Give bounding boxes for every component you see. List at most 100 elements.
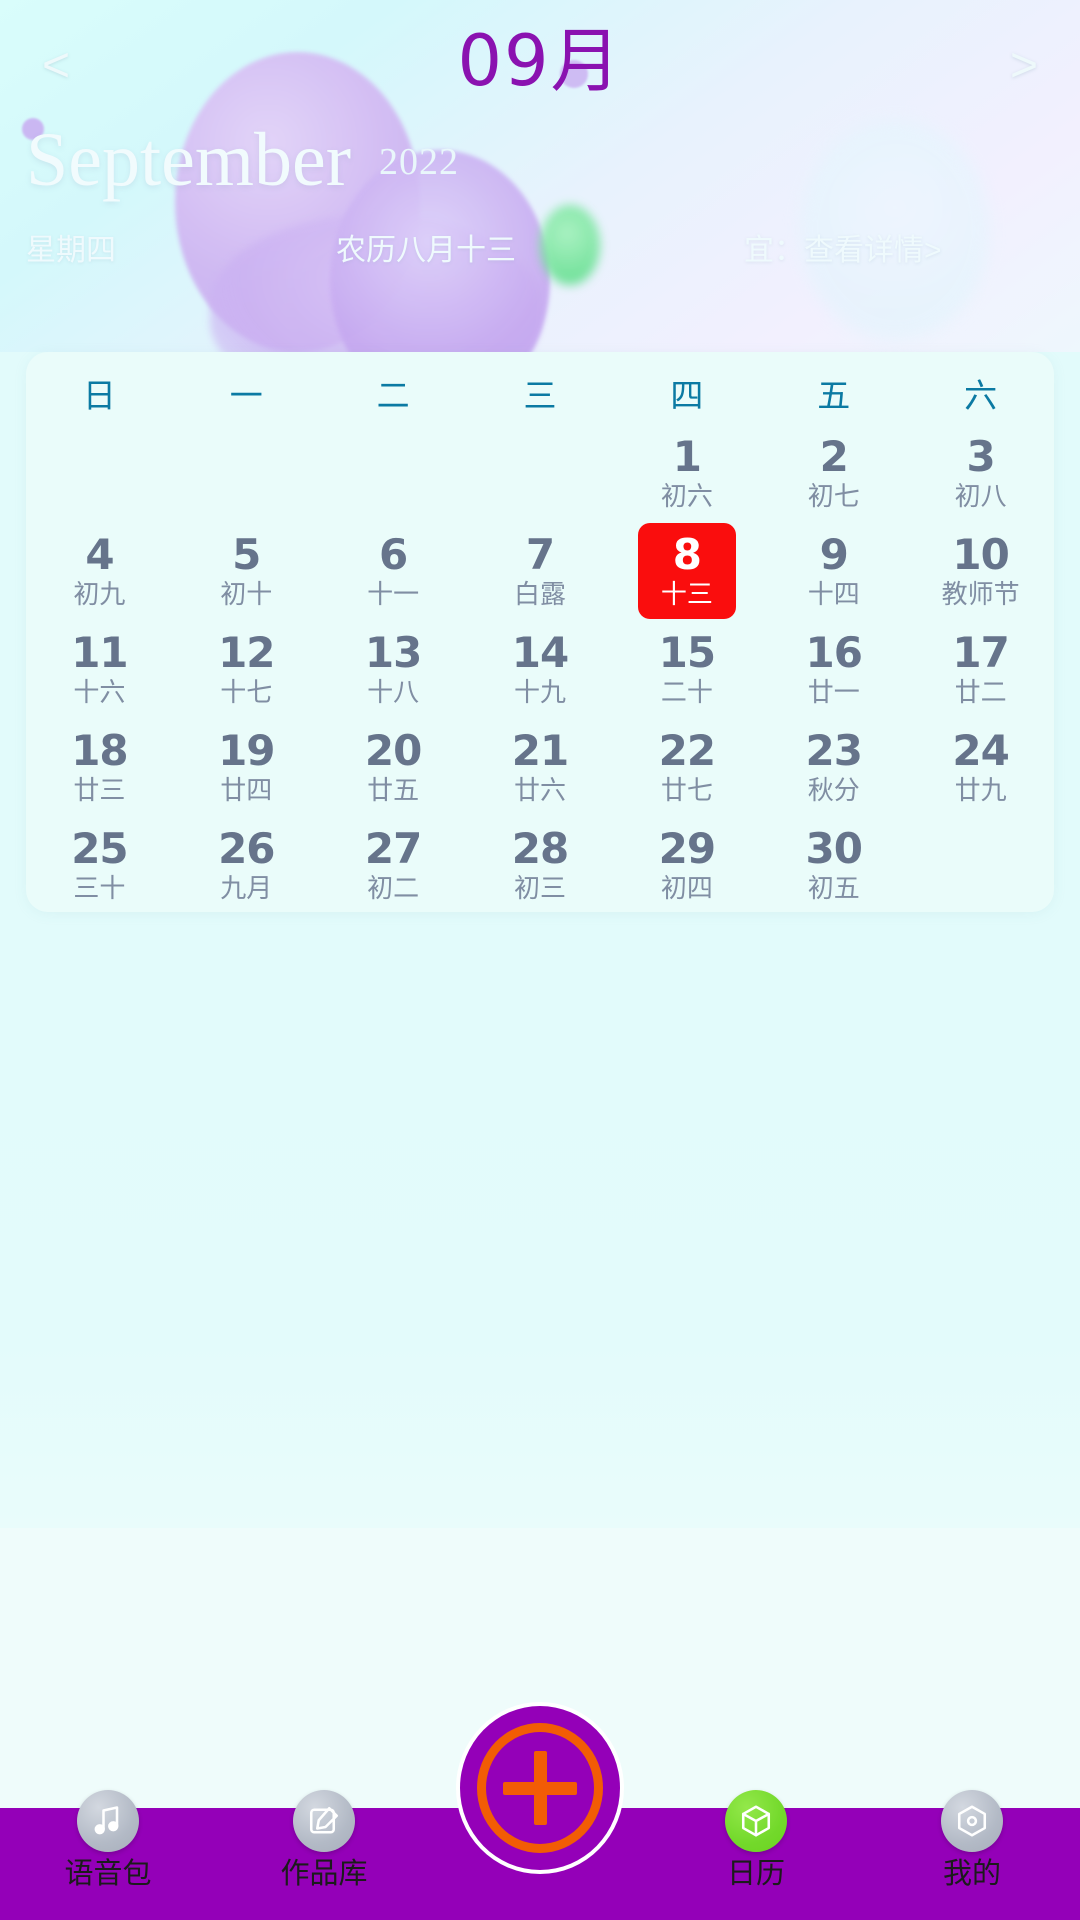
calendar-cell-empty [173, 424, 320, 522]
weekday-header-3: 三 [523, 377, 557, 414]
calendar-cell[interactable]: 28 初三 [467, 816, 614, 914]
day-number: 19 [218, 725, 275, 775]
plus-vertical-bar [533, 1751, 547, 1825]
calendar-cell[interactable]: 18 廿三 [26, 718, 173, 816]
calendar-cell[interactable]: 24 廿九 [907, 718, 1054, 816]
day-number: 22 [658, 725, 716, 775]
day-lunar-label: 廿三 [73, 774, 126, 805]
calendar-cell[interactable]: 14 十九 [467, 620, 614, 718]
weekday-header-2: 二 [376, 377, 410, 414]
day-lunar-label: 白露 [514, 578, 567, 609]
calendar-cell[interactable]: 2 初七 [760, 424, 907, 522]
nav-tab-label: 日历 [726, 1858, 785, 1890]
calendar-cell[interactable]: 10 教师节 [907, 522, 1054, 620]
day-number: 23 [805, 725, 863, 775]
nav-tab-作品库[interactable]: 作品库 [216, 1790, 432, 1920]
day-lunar-label: 十六 [73, 676, 126, 707]
day-lunar-label: 初九 [73, 578, 126, 609]
calendar-cell[interactable]: 1 初六 [613, 424, 760, 522]
plus-icon [477, 1723, 603, 1853]
day-number: 9 [819, 529, 849, 579]
calendar-cell-empty [320, 424, 467, 522]
nav-tab-label: 作品库 [280, 1858, 368, 1890]
day-lunar-label: 初十 [220, 578, 273, 609]
calendar-cell[interactable]: 27 初二 [320, 816, 467, 914]
day-number: 17 [952, 627, 1009, 677]
calendar-cell[interactable]: 22 廿七 [613, 718, 760, 816]
day-lunar-label: 廿六 [514, 774, 567, 805]
calendar-cell[interactable]: 11 十六 [26, 620, 173, 718]
day-lunar-label: 初四 [660, 872, 713, 903]
day-lunar-label: 十七 [220, 676, 273, 707]
calendar-week-row: 4 初九 5 初十 6 十一 7 白露 8 十三 9 十四 10 教师节 [26, 522, 1054, 620]
calendar-cell[interactable]: 5 初十 [173, 522, 320, 620]
weekday-header-row: 日一二三四五六 [26, 352, 1054, 424]
weekday-header-6: 六 [964, 377, 998, 414]
view-detail-link[interactable]: 宜：查看详情> [744, 225, 942, 269]
calendar-cell[interactable]: 4 初九 [26, 522, 173, 620]
day-number: 30 [805, 823, 863, 873]
day-number: 28 [511, 823, 569, 873]
nav-tab-日历[interactable]: 日历 [648, 1790, 864, 1920]
day-number: 6 [379, 529, 408, 579]
calendar-cell[interactable]: 23 秋分 [760, 718, 907, 816]
weekday-header-1: 一 [229, 377, 263, 414]
english-month-label: September [26, 118, 352, 202]
day-number: 15 [658, 627, 716, 677]
day-number: 14 [511, 627, 569, 677]
day-lunar-label: 廿二 [954, 676, 1007, 707]
weekday-label: 星期四 [26, 234, 116, 267]
day-number: 11 [71, 627, 128, 677]
day-lunar-label: 教师节 [941, 578, 1020, 609]
day-lunar-label: 十四 [807, 578, 860, 609]
day-number: 24 [952, 725, 1009, 775]
calendar-week-row: 25 三十 26 九月 27 初二 28 初三 29 初四 30 初五 [26, 816, 1054, 914]
calendar-cell[interactable]: 25 三十 [26, 816, 173, 914]
calendar-cell[interactable]: 13 十八 [320, 620, 467, 718]
calendar-cell[interactable]: 7 白露 [467, 522, 614, 620]
calendar-cell[interactable]: 17 廿二 [907, 620, 1054, 718]
day-number: 12 [218, 627, 275, 677]
day-number: 18 [71, 725, 128, 775]
calendar-cell[interactable]: 3 初八 [907, 424, 1054, 522]
day-number: 8 [672, 529, 702, 579]
day-lunar-label: 十八 [367, 676, 420, 707]
calendar-cell[interactable]: 9 十四 [760, 522, 907, 620]
nav-tab-语音包[interactable]: 语音包 [0, 1790, 216, 1920]
month-title[interactable]: 09月 [0, 26, 1080, 96]
day-lunar-label: 廿五 [367, 774, 420, 805]
lunar-date-label: 农历八月十三 [336, 234, 516, 267]
day-lunar-label: 廿七 [660, 774, 713, 805]
calendar-cell[interactable]: 19 廿四 [173, 718, 320, 816]
cube-icon [725, 1790, 787, 1852]
day-number: 21 [511, 725, 569, 775]
calendar-cell[interactable]: 26 九月 [173, 816, 320, 914]
day-number: 3 [966, 431, 995, 481]
day-number: 10 [952, 529, 1009, 579]
day-number: 16 [805, 627, 863, 677]
day-number: 13 [364, 627, 422, 677]
day-number: 2 [819, 431, 849, 481]
nav-tab-我的[interactable]: 我的 [864, 1790, 1080, 1920]
nav-tab-label: 语音包 [64, 1858, 152, 1890]
calendar-cell[interactable]: 20 廿五 [320, 718, 467, 816]
calendar-cell[interactable]: 30 初五 [760, 816, 907, 914]
weekday-header-5: 五 [817, 377, 851, 414]
calendar-cell[interactable]: 16 廿一 [760, 620, 907, 718]
add-button[interactable] [456, 1702, 624, 1874]
day-lunar-label: 九月 [220, 872, 273, 903]
calendar-grid: 1 初六 2 初七 3 初八 4 初九 5 初十 6 十一 7 白露 8 十三 9 十四 10 教师节 11 十六 12 十七… [26, 424, 1054, 924]
music-note-icon [77, 1790, 139, 1852]
day-number: 26 [218, 823, 275, 873]
day-number: 5 [232, 529, 261, 579]
weekday-header-4: 四 [670, 377, 704, 414]
calendar-cell[interactable]: 15 二十 [613, 620, 760, 718]
weekday-header-0: 日 [82, 377, 116, 414]
calendar-cell[interactable]: 12 十七 [173, 620, 320, 718]
calendar-cell-today[interactable]: 8 十三 [613, 522, 760, 620]
calendar-cell[interactable]: 29 初四 [613, 816, 760, 914]
content-background [0, 912, 1080, 1528]
calendar-week-row: 11 十六 12 十七 13 十八 14 十九 15 二十 16 廿一 17 廿二 [26, 620, 1054, 718]
calendar-cell[interactable]: 6 十一 [320, 522, 467, 620]
calendar-cell[interactable]: 21 廿六 [467, 718, 614, 816]
